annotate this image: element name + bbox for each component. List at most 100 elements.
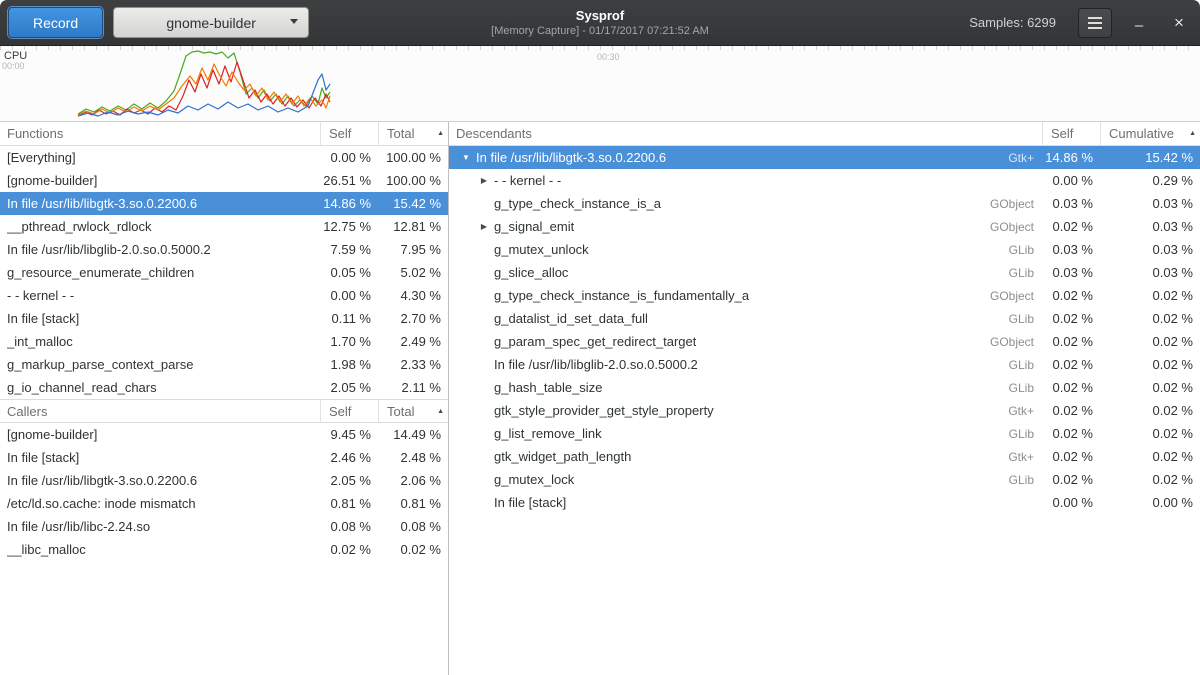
self-percent: 1.98 % — [320, 357, 378, 372]
caller-row[interactable]: In file /usr/lib/libgtk-3.so.0.2200.62.0… — [0, 469, 448, 492]
symbol-name: g_datalist_id_set_data_full — [494, 311, 648, 326]
library-tag: GObject — [990, 220, 1042, 234]
close-button[interactable]: × — [1166, 8, 1192, 38]
symbol-name: g_hash_table_size — [494, 380, 602, 395]
total-percent: 2.49 % — [378, 334, 448, 349]
expander-icon[interactable]: ▼ — [456, 153, 476, 162]
self-percent: 9.45 % — [320, 427, 378, 442]
descendant-row[interactable]: g_type_check_instance_is_aGObject0.03 %0… — [449, 192, 1200, 215]
cpu-usage-strip[interactable]: CPU 00:00 00:30 — [0, 46, 1200, 122]
descendant-row[interactable]: g_type_check_instance_is_fundamentally_a… — [449, 284, 1200, 307]
functions-header: Functions Self Total ▲ — [0, 122, 448, 146]
caller-row[interactable]: /etc/ld.so.cache: inode mismatch0.81 %0.… — [0, 492, 448, 515]
symbol-name: g_markup_parse_context_parse — [7, 357, 193, 372]
descendant-row[interactable]: g_hash_table_sizeGLib0.02 %0.02 % — [449, 376, 1200, 399]
self-percent: 0.02 % — [1042, 288, 1100, 303]
symbol-name: In file /usr/lib/libgtk-3.so.0.2200.6 — [7, 473, 197, 488]
callers-column-header[interactable]: Callers — [0, 400, 320, 422]
descendant-row[interactable]: g_list_remove_linkGLib0.02 %0.02 % — [449, 422, 1200, 445]
library-tag: Gtk+ — [1008, 404, 1042, 418]
function-row[interactable]: In file [stack]0.11 %2.70 % — [0, 307, 448, 330]
descendant-row[interactable]: ▼In file /usr/lib/libgtk-3.so.0.2200.6Gt… — [449, 146, 1200, 169]
record-button[interactable]: Record — [8, 7, 103, 38]
function-row[interactable]: _int_malloc1.70 %2.49 % — [0, 330, 448, 353]
descendants-column-header[interactable]: Descendants — [449, 122, 1042, 145]
expander-icon[interactable]: ▶ — [474, 222, 494, 231]
cumulative-percent: 0.03 % — [1100, 219, 1200, 234]
caller-row[interactable]: __libc_malloc0.02 %0.02 % — [0, 538, 448, 561]
record-button-label: Record — [33, 15, 78, 31]
symbol-name: /etc/ld.so.cache: inode mismatch — [7, 496, 196, 511]
descendants-self-column-header[interactable]: Self — [1042, 122, 1100, 145]
functions-total-column-header[interactable]: Total ▲ — [378, 122, 448, 145]
cumulative-percent: 0.00 % — [1100, 495, 1200, 510]
library-tag: Gtk+ — [1008, 151, 1042, 165]
symbol-name: In file /usr/lib/libgtk-3.so.0.2200.6 — [7, 196, 197, 211]
function-row[interactable]: [Everything]0.00 %100.00 % — [0, 146, 448, 169]
sort-ascending-icon: ▲ — [433, 408, 444, 415]
caller-row[interactable]: [gnome-builder]9.45 %14.49 % — [0, 423, 448, 446]
caller-row[interactable]: In file [stack]2.46 %2.48 % — [0, 446, 448, 469]
symbol-name: g_signal_emit — [494, 219, 574, 234]
descendant-row[interactable]: ▶g_signal_emitGObject0.02 %0.03 % — [449, 215, 1200, 238]
symbol-name: g_mutex_unlock — [494, 242, 589, 257]
cumulative-percent: 0.03 % — [1100, 242, 1200, 257]
sort-ascending-icon: ▲ — [1185, 130, 1196, 137]
function-row[interactable]: __pthread_rwlock_rdlock12.75 %12.81 % — [0, 215, 448, 238]
self-percent: 7.59 % — [320, 242, 378, 257]
self-percent: 0.02 % — [1042, 357, 1100, 372]
self-percent: 0.02 % — [1042, 426, 1100, 441]
functions-column-header[interactable]: Functions — [0, 122, 320, 145]
cumulative-percent: 0.29 % — [1100, 173, 1200, 188]
callers-self-column-header[interactable]: Self — [320, 400, 378, 422]
function-row[interactable]: [gnome-builder]26.51 %100.00 % — [0, 169, 448, 192]
function-row[interactable]: In file /usr/lib/libgtk-3.so.0.2200.614.… — [0, 192, 448, 215]
total-percent: 2.70 % — [378, 311, 448, 326]
descendant-row[interactable]: g_mutex_unlockGLib0.03 %0.03 % — [449, 238, 1200, 261]
function-row[interactable]: g_resource_enumerate_children0.05 %5.02 … — [0, 261, 448, 284]
descendant-row[interactable]: In file [stack]0.00 %0.00 % — [449, 491, 1200, 514]
symbol-name: __pthread_rwlock_rdlock — [7, 219, 152, 234]
library-tag: GObject — [990, 335, 1042, 349]
functions-self-column-header[interactable]: Self — [320, 122, 378, 145]
symbol-name: g_slice_alloc — [494, 265, 568, 280]
function-row[interactable]: g_markup_parse_context_parse1.98 %2.33 % — [0, 353, 448, 376]
function-row[interactable]: g_io_channel_read_chars2.05 %2.11 % — [0, 376, 448, 399]
self-percent: 0.02 % — [1042, 403, 1100, 418]
descendant-row[interactable]: gtk_style_provider_get_style_propertyGtk… — [449, 399, 1200, 422]
descendant-row[interactable]: g_param_spec_get_redirect_targetGObject0… — [449, 330, 1200, 353]
minimize-button[interactable]: – — [1126, 8, 1152, 38]
self-percent: 0.00 % — [320, 150, 378, 165]
function-row[interactable]: - - kernel - -0.00 %4.30 % — [0, 284, 448, 307]
descendant-row[interactable]: In file /usr/lib/libglib-2.0.so.0.5000.2… — [449, 353, 1200, 376]
descendant-row[interactable]: ▶- - kernel - -0.00 %0.29 % — [449, 169, 1200, 192]
descendant-row[interactable]: g_slice_allocGLib0.03 %0.03 % — [449, 261, 1200, 284]
symbol-name: In file [stack] — [7, 311, 79, 326]
sysprof-window: Record gnome-builder Sysprof [Memory Cap… — [0, 0, 1200, 675]
time-label-mid: 00:30 — [597, 52, 620, 62]
menu-button[interactable] — [1078, 8, 1112, 38]
total-percent: 0.02 % — [378, 542, 448, 557]
function-row[interactable]: In file /usr/lib/libglib-2.0.so.0.5000.2… — [0, 238, 448, 261]
descendant-row[interactable]: g_mutex_lockGLib0.02 %0.02 % — [449, 468, 1200, 491]
descendants-cumulative-column-header[interactable]: Cumulative ▲ — [1100, 122, 1200, 145]
symbol-name: [gnome-builder] — [7, 173, 97, 188]
target-process-dropdown[interactable]: gnome-builder — [113, 7, 309, 38]
library-tag: GLib — [1009, 266, 1042, 280]
self-percent: 0.02 % — [1042, 311, 1100, 326]
self-percent: 14.86 % — [1042, 150, 1100, 165]
callers-total-column-header[interactable]: Total ▲ — [378, 400, 448, 422]
self-percent: 0.02 % — [1042, 334, 1100, 349]
self-percent: 0.05 % — [320, 265, 378, 280]
descendant-row[interactable]: gtk_widget_path_lengthGtk+0.02 %0.02 % — [449, 445, 1200, 468]
target-process-label: gnome-builder — [166, 15, 256, 31]
descendant-row[interactable]: g_datalist_id_set_data_fullGLib0.02 %0.0… — [449, 307, 1200, 330]
main-area: Functions Self Total ▲ [Everything]0.00 … — [0, 122, 1200, 675]
total-percent: 100.00 % — [378, 150, 448, 165]
cumulative-percent: 0.02 % — [1100, 311, 1200, 326]
caller-row[interactable]: In file /usr/lib/libc-2.24.so0.08 %0.08 … — [0, 515, 448, 538]
cumulative-percent: 0.02 % — [1100, 334, 1200, 349]
library-tag: GLib — [1009, 312, 1042, 326]
symbol-name: g_param_spec_get_redirect_target — [494, 334, 696, 349]
expander-icon[interactable]: ▶ — [474, 176, 494, 185]
